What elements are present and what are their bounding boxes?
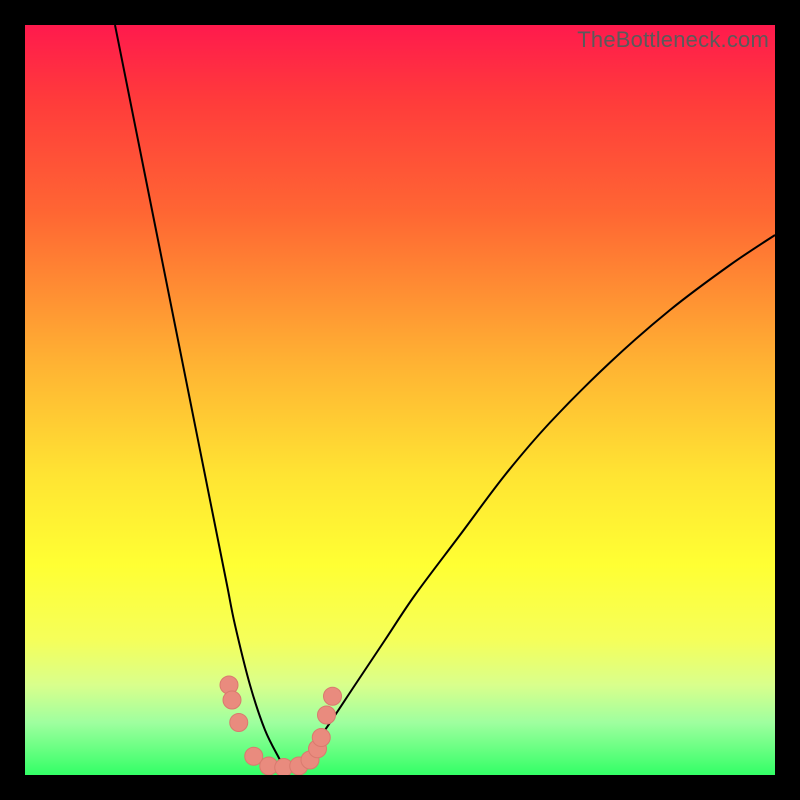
- data-dot: [312, 729, 330, 747]
- curve-layer: [115, 25, 775, 775]
- data-dot: [223, 691, 241, 709]
- data-dot: [318, 706, 336, 724]
- data-dot: [230, 714, 248, 732]
- data-dot: [324, 687, 342, 705]
- chart-svg: [25, 25, 775, 775]
- left-curve: [115, 25, 288, 775]
- right-curve: [288, 235, 776, 775]
- plot-area: TheBottleneck.com: [25, 25, 775, 775]
- dot-layer: [220, 676, 342, 775]
